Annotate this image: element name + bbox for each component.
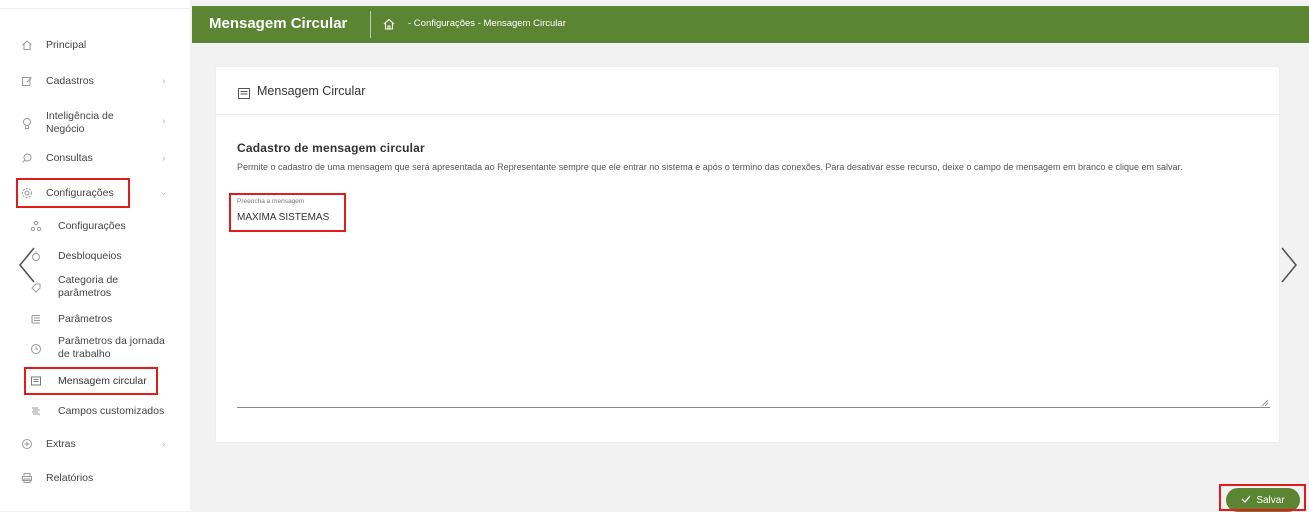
- highlight-save-button: [1219, 484, 1306, 511]
- chevron-right-icon: ›: [162, 438, 166, 450]
- clock-icon: [29, 342, 43, 356]
- fields-icon: [29, 404, 43, 418]
- sidebar-subitem-label: Parâmetros da jornada de trabalho: [58, 335, 165, 361]
- section-title: Cadastro de mensagem circular: [237, 141, 425, 155]
- sidebar-item-label: Consultas: [46, 151, 93, 164]
- card-header: Mensagem Circular: [216, 67, 1279, 115]
- lightbulb-icon: [20, 116, 34, 130]
- sidebar-item-label: Extras: [46, 437, 76, 450]
- sidebar-subitem-label: Categoria de parâmetros: [58, 274, 118, 300]
- sidebar-subitem-jornada[interactable]: Parâmetros da jornada de trabalho: [0, 334, 190, 362]
- section-description: Permite o cadastro de uma mensagem que s…: [237, 162, 1183, 172]
- message-field-underline: [237, 407, 1270, 408]
- sidebar-item-label-line1: Inteligência de: [46, 110, 114, 122]
- sidebar-item-label: Principal: [46, 38, 87, 51]
- sidebar-subitem-campos[interactable]: Campos customizados: [0, 404, 190, 418]
- breadcrumb[interactable]: - Configurações - Mensagem Circular: [408, 18, 566, 29]
- sidebar-item-extras[interactable]: Extras ›: [0, 437, 190, 451]
- highlight-message-field: [229, 193, 346, 232]
- card-title: Mensagem Circular: [257, 84, 366, 98]
- page-title: Mensagem Circular: [209, 15, 348, 32]
- sidebar-item-label-line2: Negócio: [46, 123, 85, 135]
- edit-icon: [20, 74, 34, 88]
- sidebar-subitem-label: Parâmetros: [58, 312, 113, 325]
- sidebar-subitem-label: Desbloqueios: [58, 249, 122, 262]
- sidebar-subitem-label: Configurações: [58, 219, 126, 232]
- sidebar-subitem-label: Campos customizados: [58, 404, 165, 417]
- sidebar-item-label: Cadastros: [46, 74, 94, 87]
- message-card: Mensagem Circular Cadastro de mensagem c…: [216, 67, 1279, 442]
- sidebar-item-consultas[interactable]: Consultas ›: [0, 151, 190, 165]
- chevron-right-icon: ›: [162, 116, 166, 127]
- sidebar-divider: [0, 8, 190, 9]
- message-icon: [238, 86, 250, 99]
- sidebar-item-label: Inteligência de Negócio: [46, 110, 114, 136]
- chevron-right-icon: ›: [162, 152, 166, 164]
- chevron-right-icon: ›: [162, 75, 166, 87]
- sitemap-icon: [29, 219, 43, 233]
- resize-handle-icon[interactable]: [1260, 394, 1269, 407]
- printer-icon: [20, 471, 34, 485]
- sidebar-subitem-configuracoes[interactable]: Configurações: [0, 219, 190, 233]
- sidebar-subitem-label-line2: de trabalho: [58, 348, 111, 360]
- sidebar-subitem-parametros[interactable]: Parâmetros: [0, 312, 190, 326]
- top-header: Mensagem Circular - Configurações - Mens…: [192, 6, 1309, 43]
- sidebar-item-relatorios[interactable]: Relatórios: [0, 471, 190, 485]
- next-arrow-icon[interactable]: [1279, 245, 1299, 285]
- plus-circle-icon: [20, 437, 34, 451]
- sidebar-subitem-label-line2: parâmetros: [58, 287, 112, 299]
- previous-arrow-icon[interactable]: [17, 245, 37, 285]
- sidebar-item-label: Relatórios: [46, 471, 94, 484]
- list-icon: [29, 312, 43, 326]
- highlight-configuracoes: [16, 178, 130, 208]
- sidebar-item-principal[interactable]: Principal: [0, 38, 190, 52]
- sidebar-item-inteligencia[interactable]: Inteligência de Negócio ›: [0, 110, 190, 136]
- header-divider: [370, 11, 371, 38]
- home-icon: [20, 38, 34, 52]
- chevron-down-icon: ›: [158, 191, 170, 195]
- sidebar-item-cadastros[interactable]: Cadastros ›: [0, 74, 190, 88]
- search-icon: [20, 151, 34, 165]
- sidebar-subitem-label-line1: Categoria de: [58, 274, 119, 286]
- sidebar-subitem-label-line1: Parâmetros da jornada: [58, 335, 165, 347]
- home-icon[interactable]: [382, 17, 396, 31]
- highlight-mensagem-circular: [24, 367, 158, 395]
